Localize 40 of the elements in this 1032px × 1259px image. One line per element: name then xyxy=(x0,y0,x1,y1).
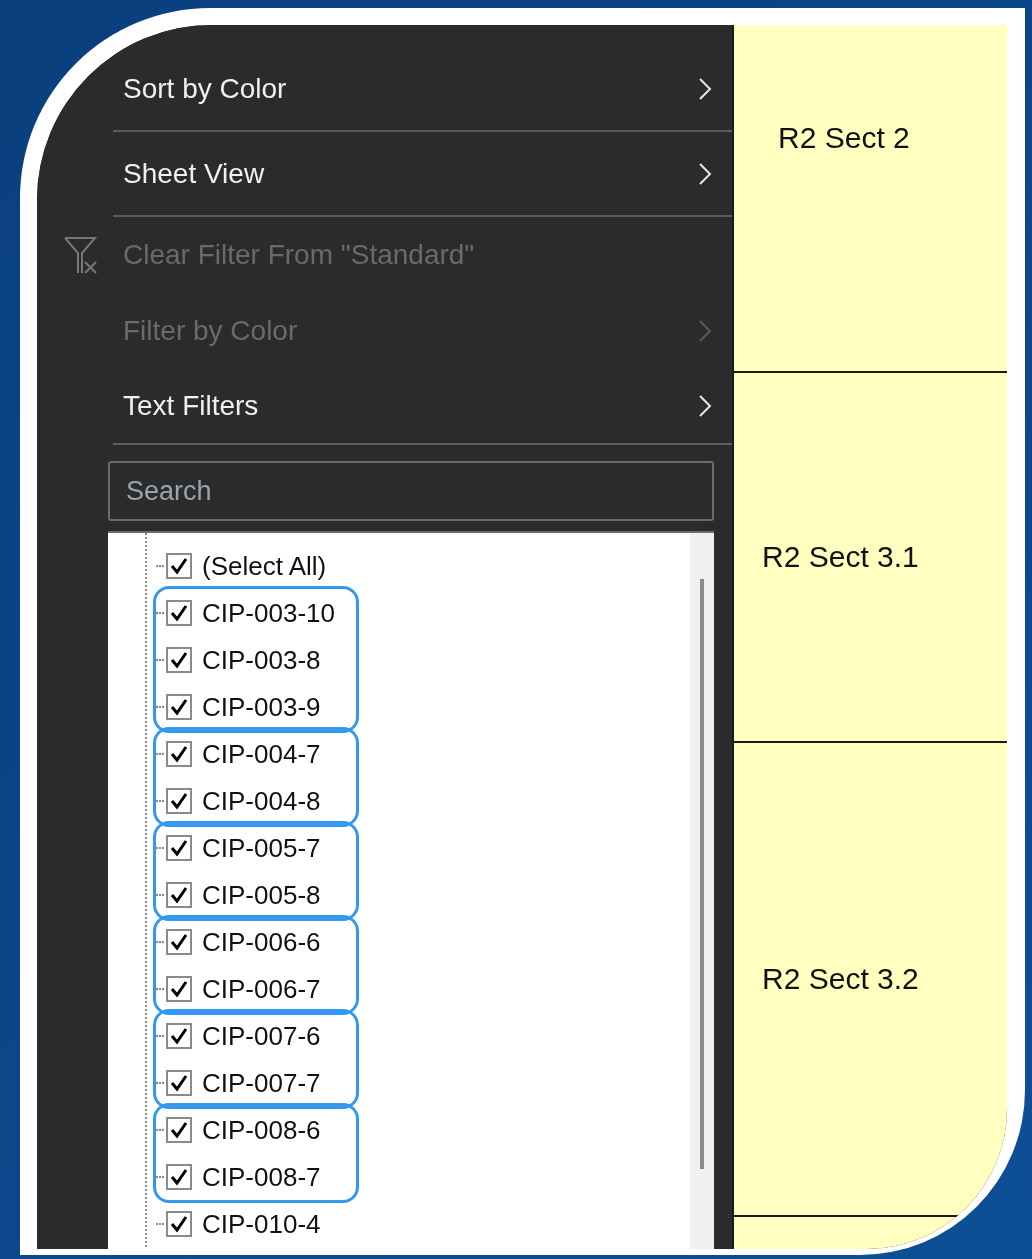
checkbox[interactable] xyxy=(166,646,192,673)
checkbox[interactable] xyxy=(166,1210,192,1237)
clear-filter-icon xyxy=(63,236,97,274)
value-label: CIP-007-6 xyxy=(202,1020,321,1051)
checkbox[interactable] xyxy=(166,552,192,579)
scrollbar[interactable] xyxy=(690,533,714,1249)
value-label: CIP-008-7 xyxy=(202,1161,321,1192)
checkbox[interactable] xyxy=(166,1163,192,1190)
chevron-icon xyxy=(698,319,712,343)
value-label: CIP-008-6 xyxy=(202,1114,321,1145)
value-label: CIP-006-7 xyxy=(202,973,321,1004)
checkbox[interactable] xyxy=(166,928,192,955)
value-label: (Select All) xyxy=(202,550,327,581)
chevron-icon xyxy=(698,161,712,186)
sheet-cell: R2 Sect 3.2 xyxy=(734,743,1007,1217)
checkbox[interactable] xyxy=(166,834,192,861)
checkbox[interactable] xyxy=(166,787,192,814)
value-label: CIP-003-9 xyxy=(202,691,321,722)
checkbox[interactable] xyxy=(166,1116,192,1143)
checkbox[interactable] xyxy=(166,881,192,908)
sheet-cell: R2 Sect 3.1 xyxy=(734,373,1007,743)
value-label: CIP-004-7 xyxy=(202,738,321,769)
chevron-icon xyxy=(698,76,712,101)
checkbox[interactable] xyxy=(166,975,192,1002)
checkbox[interactable] xyxy=(166,693,192,720)
value-label: CIP-004-8 xyxy=(202,785,321,816)
search-field[interactable]: Search xyxy=(108,461,714,521)
value-label: CIP-003-8 xyxy=(202,644,321,675)
value-label: CIP-010-4 xyxy=(202,1208,321,1239)
value-label: CIP-003-10 xyxy=(202,597,335,628)
sheet-cell: R2 Sect 2 xyxy=(734,25,1007,373)
value-label: CIP-005-7 xyxy=(202,832,321,863)
checkbox[interactable] xyxy=(166,1069,192,1096)
chevron-icon xyxy=(698,394,712,418)
value-label: CIP-007-7 xyxy=(202,1067,321,1098)
value-label: CIP-006-6 xyxy=(202,926,321,957)
checkbox[interactable] xyxy=(166,1022,192,1049)
checkbox[interactable] xyxy=(166,599,192,626)
checkbox[interactable] xyxy=(166,740,192,767)
value-label: CIP-005-8 xyxy=(202,879,321,910)
